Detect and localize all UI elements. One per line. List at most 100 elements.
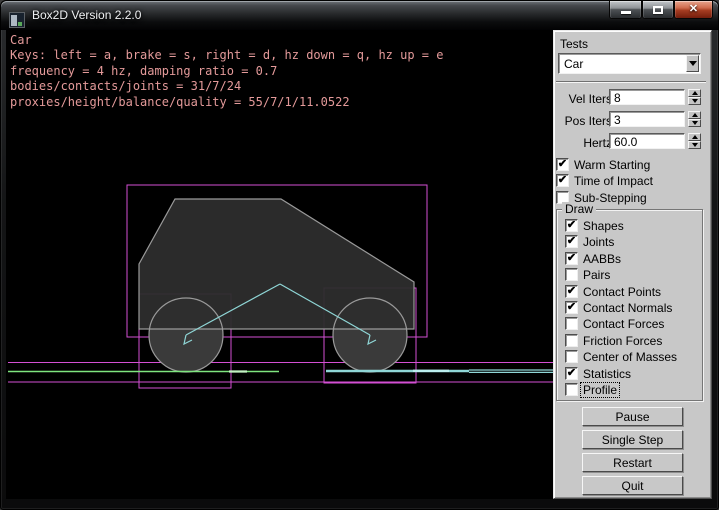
- joints-label: Joints: [583, 235, 614, 249]
- hertz-spinner-up-button[interactable]: [688, 133, 701, 141]
- spinner-up-icon: [692, 135, 698, 139]
- restart-button[interactable]: Restart: [582, 453, 683, 472]
- car-chassis: [139, 199, 414, 329]
- shapes-label: Shapes: [583, 219, 624, 233]
- tests-dropdown-value: Car: [564, 57, 583, 71]
- statistics-label: Statistics: [583, 367, 631, 381]
- spinner-down-icon: [692, 143, 698, 147]
- pos-iters-label: Pos Iters: [565, 114, 612, 128]
- shapes-checkbox[interactable]: ✔: [565, 219, 578, 232]
- checkbox-row-shapes: ✔ Shapes: [563, 218, 703, 234]
- checkbox-row-contact-points: ✔ Contact Points: [563, 284, 703, 300]
- draw-group-title: Draw: [562, 202, 596, 216]
- check-icon: ✔: [558, 158, 567, 170]
- time-of-impact-label: Time of Impact: [574, 174, 653, 188]
- stats-line-4: bodies/contacts/joints = 31/7/24: [10, 79, 443, 94]
- stats-line-1: Car: [10, 33, 443, 48]
- pos-iters-spinner-up-button[interactable]: [688, 111, 701, 119]
- pos-iters-input[interactable]: 3: [609, 111, 685, 127]
- close-icon: ✕: [689, 4, 698, 15]
- checkbox-row-joints: ✔ Joints: [563, 234, 703, 250]
- warm-starting-label: Warm Starting: [574, 158, 650, 172]
- simulation-canvas[interactable]: CarKeys: left = a, brake = s, right = d,…: [6, 30, 553, 499]
- single-step-button[interactable]: Single Step: [582, 430, 683, 449]
- client-area: CarKeys: left = a, brake = s, right = d,…: [6, 30, 712, 499]
- check-icon: ✔: [567, 367, 576, 379]
- check-icon: ✔: [567, 285, 576, 297]
- app-window: Box2D Version 2.2.0 ✕: [0, 0, 719, 510]
- center-of-masses-checkbox[interactable]: [565, 350, 578, 363]
- app-icon: [9, 12, 25, 28]
- close-button[interactable]: ✕: [674, 1, 713, 19]
- hertz-row: Hertz60.0: [554, 133, 713, 155]
- checkbox-row-statistics: ✔ Statistics: [563, 366, 703, 382]
- spinner-down-icon: [692, 121, 698, 125]
- profile-label: Profile: [581, 383, 619, 397]
- pairs-label: Pairs: [583, 268, 610, 282]
- minimize-icon: [621, 11, 631, 14]
- pos-iters-spinner: [688, 111, 701, 127]
- tests-dropdown[interactable]: Car: [558, 53, 701, 74]
- checkbox-row-profile: Profile: [563, 382, 703, 398]
- statistics-checkbox[interactable]: ✔: [565, 367, 578, 380]
- maximize-button[interactable]: [642, 1, 674, 19]
- warm-starting-checkbox[interactable]: ✔: [556, 158, 569, 171]
- check-icon: ✔: [567, 235, 576, 247]
- time-of-impact-checkbox[interactable]: ✔: [556, 174, 569, 187]
- joints-checkbox[interactable]: ✔: [565, 235, 578, 248]
- aabbs-label: AABBs: [583, 252, 621, 266]
- profile-checkbox[interactable]: [565, 383, 578, 396]
- check-icon: ✔: [567, 219, 576, 231]
- checkbox-row-pairs: Pairs: [563, 267, 703, 283]
- vel-iters-label: Vel Iters: [569, 92, 612, 106]
- vel-iters-spinner-up-button[interactable]: [688, 89, 701, 97]
- hertz-input[interactable]: 60.0: [609, 133, 685, 149]
- vel-iters-row: Vel Iters8: [554, 89, 713, 111]
- vel-iters-spinner-down-button[interactable]: [688, 97, 701, 105]
- stats-line-2: Keys: left = a, brake = s, right = d, hz…: [10, 48, 443, 63]
- check-icon: ✔: [558, 174, 567, 186]
- contact-forces-checkbox[interactable]: [565, 317, 578, 330]
- center-of-masses-label: Center of Masses: [583, 350, 677, 364]
- checkbox-row-friction-forces: Friction Forces: [563, 333, 703, 349]
- pairs-checkbox[interactable]: [565, 268, 578, 281]
- titlebar[interactable]: Box2D Version 2.2.0 ✕: [1, 1, 718, 30]
- control-panel: Tests Car Vel Iters8Pos Iters3Hertz60.0 …: [553, 30, 712, 499]
- chevron-down-icon: [689, 61, 697, 66]
- aabbs-checkbox[interactable]: ✔: [565, 252, 578, 265]
- checkbox-row-time-of-impact: ✔ Time of Impact: [554, 173, 713, 189]
- checkbox-row-contact-normals: ✔ Contact Normals: [563, 300, 703, 316]
- vel-iters-input[interactable]: 8: [609, 89, 685, 105]
- stats-line-5: proxies/height/balance/quality = 55/7/1/…: [10, 95, 443, 110]
- spinner-up-icon: [692, 91, 698, 95]
- pause-button[interactable]: Pause: [582, 407, 683, 426]
- minimize-button[interactable]: [609, 1, 642, 19]
- hertz-label: Hertz: [583, 136, 612, 150]
- spinner-up-icon: [692, 113, 698, 117]
- contact-normals-label: Contact Normals: [583, 301, 672, 315]
- hertz-value: 60.0: [614, 135, 637, 149]
- pos-iters-spinner-down-button[interactable]: [688, 119, 701, 127]
- solver-toggles: ✔Warm Starting✔Time of ImpactSub-Steppin…: [554, 157, 713, 206]
- vel-iters-spinner: [688, 89, 701, 105]
- quit-button[interactable]: Quit: [582, 476, 683, 495]
- contact-points-checkbox[interactable]: ✔: [565, 285, 578, 298]
- iteration-spinners: Vel Iters8Pos Iters3Hertz60.0: [554, 89, 713, 155]
- contact-points-label: Contact Points: [583, 285, 661, 299]
- pos-iters-value: 3: [614, 113, 621, 127]
- tests-label: Tests: [560, 37, 588, 51]
- contact-forces-label: Contact Forces: [583, 317, 664, 331]
- tests-dropdown-button[interactable]: [686, 55, 699, 72]
- checkbox-row-warm-starting: ✔ Warm Starting: [554, 157, 713, 173]
- pos-iters-row: Pos Iters3: [554, 111, 713, 133]
- stats-line-3: frequency = 4 hz, damping ratio = 0.7: [10, 64, 443, 79]
- hertz-spinner-down-button[interactable]: [688, 141, 701, 149]
- contact-normals-checkbox[interactable]: ✔: [565, 301, 578, 314]
- spinner-down-icon: [692, 99, 698, 103]
- debug-stats-text: CarKeys: left = a, brake = s, right = d,…: [10, 33, 443, 110]
- window-title: Box2D Version 2.2.0: [32, 8, 141, 22]
- screen: Box2D Version 2.2.0 ✕: [0, 0, 719, 510]
- separator: [556, 81, 706, 83]
- draw-groupbox: Draw ✔Shapes✔Joints✔AABBsPairs✔Contact P…: [556, 209, 703, 401]
- friction-forces-checkbox[interactable]: [565, 334, 578, 347]
